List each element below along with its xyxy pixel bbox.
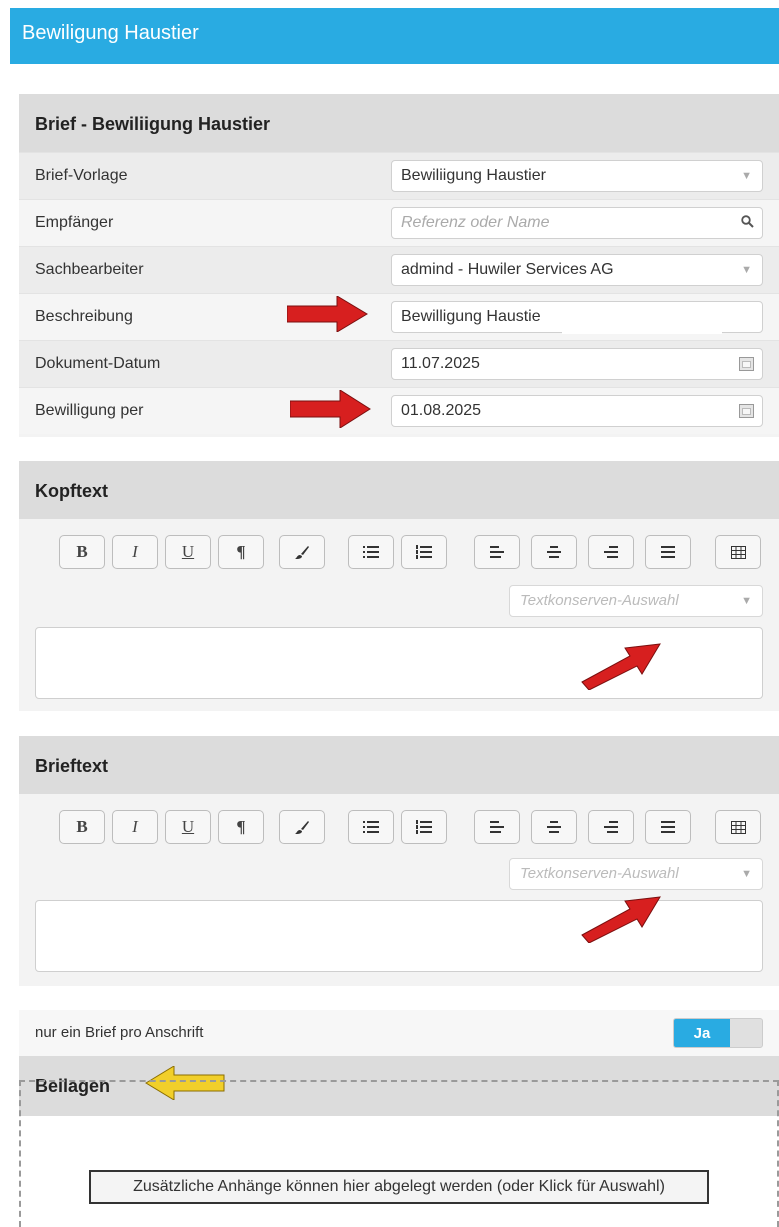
kopftext-section: Kopftext B I U ¶ Textkonserven-Auswahl ▼ bbox=[19, 461, 779, 711]
dokument-datum-row: Dokument-Datum 11.07.2025 bbox=[19, 340, 779, 387]
bewilligung-per-row: Bewilligung per 01.08.2025 bbox=[19, 387, 779, 434]
chevron-down-icon: ▼ bbox=[741, 868, 752, 880]
paragraph-button[interactable]: ¶ bbox=[218, 810, 264, 844]
kopftext-toolbar: B I U ¶ bbox=[19, 519, 779, 583]
italic-button[interactable]: I bbox=[112, 810, 158, 844]
bewilligung-per-value: 01.08.2025 bbox=[401, 402, 482, 419]
red-arrow-icon bbox=[287, 296, 368, 332]
kopftext-textkonserven-select[interactable]: Textkonserven-Auswahl ▼ bbox=[509, 585, 763, 617]
empfaenger-row: Empfänger Referenz oder Name bbox=[19, 199, 779, 246]
align-right-icon[interactable] bbox=[588, 810, 634, 844]
empfaenger-placeholder: Referenz oder Name bbox=[401, 214, 550, 231]
brieftext-toolbar: B I U ¶ bbox=[19, 794, 779, 858]
brieftext-textkonserven-select[interactable]: Textkonserven-Auswahl ▼ bbox=[509, 858, 763, 890]
beschreibung-input[interactable]: Bewilligung Haustie bbox=[391, 301, 763, 334]
window-title: Bewiligung Haustier bbox=[22, 22, 199, 44]
window-title-bar: Bewiligung Haustier bbox=[10, 8, 779, 64]
empfaenger-label: Empfänger bbox=[35, 214, 114, 231]
red-arrow-icon bbox=[290, 390, 371, 428]
option-toggle[interactable]: Ja bbox=[673, 1018, 763, 1048]
sachbearbeiter-label: Sachbearbeiter bbox=[35, 261, 144, 278]
brief-section-title: Brief - Bewiliigung Haustier bbox=[19, 94, 779, 152]
align-justify-icon[interactable] bbox=[645, 535, 691, 569]
dokument-datum-label: Dokument-Datum bbox=[35, 355, 161, 372]
toggle-on-label: Ja bbox=[674, 1019, 730, 1047]
align-center-icon[interactable] bbox=[531, 810, 577, 844]
dokument-datum-input[interactable]: 11.07.2025 bbox=[391, 348, 763, 380]
option-row: nur ein Brief pro Anschrift Ja bbox=[19, 1010, 779, 1056]
brief-vorlage-row: Brief-Vorlage Bewiliigung Haustier ▼ bbox=[19, 152, 779, 199]
red-arrow-icon bbox=[581, 896, 661, 943]
bold-button[interactable]: B bbox=[59, 535, 105, 569]
brief-vorlage-select[interactable]: Bewiliigung Haustier ▼ bbox=[391, 160, 763, 192]
brieftext-section: Brieftext B I U ¶ Textkonserven-Auswahl … bbox=[19, 736, 779, 986]
sachbearbeiter-value: admind - Huwiler Services AG bbox=[401, 261, 614, 278]
dokument-datum-value: 11.07.2025 bbox=[401, 355, 480, 372]
chevron-down-icon: ▼ bbox=[741, 170, 752, 182]
bullet-list-icon[interactable] bbox=[348, 535, 394, 569]
bullet-list-icon[interactable] bbox=[348, 810, 394, 844]
option-label: nur ein Brief pro Anschrift bbox=[35, 1024, 204, 1041]
brief-vorlage-label: Brief-Vorlage bbox=[35, 167, 128, 184]
search-icon[interactable] bbox=[741, 208, 754, 238]
underline-button[interactable]: U bbox=[165, 535, 211, 569]
align-center-icon[interactable] bbox=[531, 535, 577, 569]
italic-button[interactable]: I bbox=[112, 535, 158, 569]
brush-icon[interactable] bbox=[279, 810, 325, 844]
sachbearbeiter-select[interactable]: admind - Huwiler Services AG ▼ bbox=[391, 254, 763, 286]
red-arrow-icon bbox=[581, 643, 661, 690]
calendar-icon[interactable] bbox=[739, 404, 754, 418]
brieftext-title: Brieftext bbox=[19, 736, 779, 794]
attachment-drop-button[interactable]: Zusätzliche Anhänge können hier abgelegt… bbox=[89, 1170, 709, 1204]
align-left-icon[interactable] bbox=[474, 535, 520, 569]
numbered-list-icon[interactable] bbox=[401, 810, 447, 844]
brush-icon[interactable] bbox=[279, 535, 325, 569]
bold-button[interactable]: B bbox=[59, 810, 105, 844]
numbered-list-icon[interactable] bbox=[401, 535, 447, 569]
calendar-icon[interactable] bbox=[739, 357, 754, 371]
redaction-mask bbox=[562, 310, 722, 334]
chevron-down-icon: ▼ bbox=[741, 595, 752, 607]
chevron-down-icon: ▼ bbox=[741, 264, 752, 276]
kopftext-title: Kopftext bbox=[19, 461, 779, 519]
align-justify-icon[interactable] bbox=[645, 810, 691, 844]
bewilligung-per-input[interactable]: 01.08.2025 bbox=[391, 395, 763, 427]
sachbearbeiter-row: Sachbearbeiter admind - Huwiler Services… bbox=[19, 246, 779, 293]
underline-button[interactable]: U bbox=[165, 810, 211, 844]
attachment-dropzone[interactable] bbox=[19, 1080, 779, 1227]
beschreibung-row: Beschreibung Bewilligung Haustie bbox=[19, 293, 779, 340]
table-icon[interactable] bbox=[715, 535, 761, 569]
empfaenger-search-input[interactable]: Referenz oder Name bbox=[391, 207, 763, 239]
textkonserven-placeholder: Textkonserven-Auswahl bbox=[520, 865, 679, 882]
align-left-icon[interactable] bbox=[474, 810, 520, 844]
textkonserven-placeholder: Textkonserven-Auswahl bbox=[520, 592, 679, 609]
brief-section: Brief - Bewiliigung Haustier Brief-Vorla… bbox=[19, 94, 779, 437]
table-icon[interactable] bbox=[715, 810, 761, 844]
brief-vorlage-value: Bewiliigung Haustier bbox=[401, 167, 546, 184]
align-right-icon[interactable] bbox=[588, 535, 634, 569]
paragraph-button[interactable]: ¶ bbox=[218, 535, 264, 569]
beschreibung-value: Bewilligung Haustie bbox=[401, 308, 541, 325]
